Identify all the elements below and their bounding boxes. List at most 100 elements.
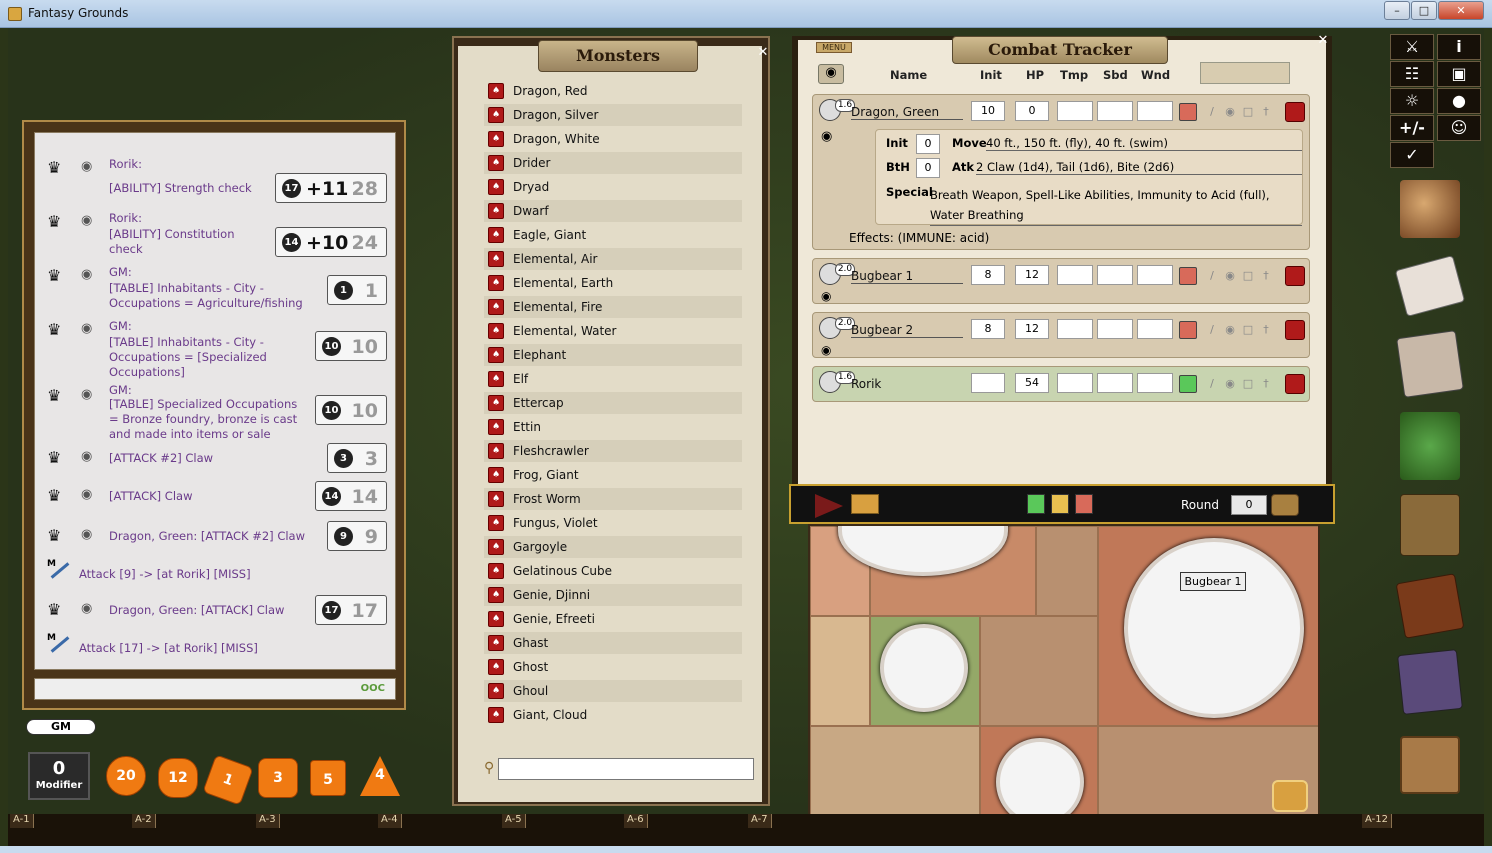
monster-icon[interactable]: ♠ <box>488 203 504 219</box>
dice-result[interactable]: 14 14 <box>315 481 387 511</box>
round-value[interactable]: 0 <box>1231 495 1267 515</box>
ct-effects[interactable]: Effects: (IMMUNE: acid) <box>849 231 989 245</box>
monster-list-item[interactable]: ♠ Fleshcrawler <box>484 440 742 462</box>
eye-icon[interactable]: ◉ <box>81 527 92 542</box>
sword-icon[interactable]: / <box>1205 105 1219 119</box>
calendar-button[interactable]: ☼ <box>1390 88 1434 114</box>
ct-wnd[interactable] <box>1137 319 1173 339</box>
wounded-face-icon[interactable] <box>1179 103 1197 121</box>
ct-menu-button[interactable]: MENU <box>816 42 852 53</box>
map-token-dragon[interactable] <box>996 738 1084 826</box>
monster-icon[interactable]: ♠ <box>488 155 504 171</box>
monster-icon[interactable]: ♠ <box>488 419 504 435</box>
notes-icon[interactable] <box>1395 573 1465 639</box>
person-icon[interactable]: † <box>1259 269 1273 283</box>
ct-name[interactable]: Dragon, Green <box>851 105 963 120</box>
delete-icon[interactable] <box>1285 374 1305 394</box>
monster-list-item[interactable]: ♠ Dryad <box>484 176 742 198</box>
monster-list-item[interactable]: ♠ Genie, Djinni <box>484 584 742 606</box>
monster-icon[interactable]: ♠ <box>488 395 504 411</box>
square-icon[interactable]: □ <box>1241 323 1255 337</box>
wounded-face-icon[interactable] <box>1075 494 1093 514</box>
info-button[interactable]: i <box>1437 34 1481 60</box>
battle-map[interactable] <box>808 524 1320 830</box>
chat-log[interactable]: ♛ ◉ Rorik: [ABILITY] Strength check 17 +… <box>34 132 396 670</box>
sword-icon[interactable]: / <box>1205 377 1219 391</box>
close-window-button[interactable]: ✕ <box>1438 1 1484 20</box>
dice-result[interactable]: 17 +11 28 <box>275 173 387 203</box>
ct-hp[interactable]: 12 <box>1015 319 1049 339</box>
monster-list-item[interactable]: ♠ Drider <box>484 152 742 174</box>
map-token-bugbear[interactable] <box>1124 538 1304 718</box>
modifier-box[interactable]: 0 Modifier <box>28 752 90 800</box>
eye-icon[interactable]: ◉ <box>81 449 92 464</box>
monster-list[interactable]: ♠ Dragon, Red ♠ Dragon, Silver ♠ Dragon, Whit… <box>484 78 750 742</box>
ct-init[interactable]: 10 <box>971 101 1005 121</box>
monster-list-item[interactable]: ♠ Elemental, Fire <box>484 296 742 318</box>
eye-icon[interactable]: ◉ <box>81 267 92 282</box>
square-icon[interactable]: □ <box>1241 377 1255 391</box>
monster-icon[interactable]: ♠ <box>488 467 504 483</box>
characters-icon[interactable] <box>1400 180 1460 238</box>
healthy-face-icon[interactable] <box>1027 494 1045 514</box>
ct-tmp[interactable] <box>1057 319 1093 339</box>
monster-list-item[interactable]: ♠ Elemental, Air <box>484 248 742 270</box>
wounded-face-icon[interactable] <box>1179 267 1197 285</box>
dice-result[interactable]: 1 1 <box>327 275 387 305</box>
minimize-button[interactable]: – <box>1384 1 1410 20</box>
monster-list-item[interactable]: ♠ Eagle, Giant <box>484 224 742 246</box>
ct-init[interactable] <box>971 373 1005 393</box>
shield-icon[interactable]: ◉ <box>1223 377 1237 391</box>
square-icon[interactable]: □ <box>1241 105 1255 119</box>
tables-button[interactable]: ☷ <box>1390 61 1434 87</box>
monster-icon[interactable]: ♠ <box>488 443 504 459</box>
monster-icon[interactable]: ♠ <box>488 275 504 291</box>
monster-list-item[interactable]: ♠ Dwarf <box>484 200 742 222</box>
ct-tmp[interactable] <box>1057 101 1093 121</box>
monster-list-item[interactable]: ♠ Elephant <box>484 344 742 366</box>
ct-wnd[interactable] <box>1137 265 1173 285</box>
shield-icon[interactable]: ◉ <box>1223 105 1237 119</box>
eye-icon[interactable]: ◉ <box>821 129 832 144</box>
monster-search-input[interactable] <box>498 758 754 780</box>
detail-init-value[interactable]: 0 <box>916 134 940 154</box>
monster-icon[interactable]: ♠ <box>488 299 504 315</box>
ct-sbd[interactable] <box>1097 319 1133 339</box>
ct-sbd[interactable] <box>1097 373 1133 393</box>
close-icon[interactable]: ✕ <box>1316 34 1330 48</box>
chat-input[interactable]: OOC <box>34 678 396 700</box>
monster-icon[interactable]: ♠ <box>488 131 504 147</box>
sword-icon[interactable]: / <box>1205 323 1219 337</box>
combat-button[interactable]: ⚔ <box>1390 34 1434 60</box>
monster-icon[interactable]: ♠ <box>488 539 504 555</box>
monster-list-item[interactable]: ♠ Ghoul <box>484 680 742 702</box>
monster-list-item[interactable]: ♠ Ghast <box>484 632 742 654</box>
next-actor-icon[interactable] <box>815 494 843 518</box>
ct-name[interactable]: Rorik <box>851 377 963 391</box>
monster-list-item[interactable]: ♠ Elf <box>484 368 742 390</box>
monster-list-item[interactable]: ♠ Gargoyle <box>484 536 742 558</box>
detail-move-value[interactable]: 40 ft., 150 ft. (fly), 40 ft. (swim) <box>986 136 1302 151</box>
effects-button[interactable]: ● <box>1437 88 1481 114</box>
delete-icon[interactable] <box>1285 102 1305 122</box>
delete-icon[interactable] <box>1285 266 1305 286</box>
ct-entry[interactable]: 1.6 Rorik 54 / ◉ □ † <box>812 366 1310 402</box>
gm-identity[interactable]: GM <box>26 719 96 735</box>
party-button[interactable]: ☺ <box>1437 115 1481 141</box>
monster-list-item[interactable]: ♠ Dragon, White <box>484 128 742 150</box>
delete-icon[interactable] <box>1285 320 1305 340</box>
healthy-face-icon[interactable] <box>1179 375 1197 393</box>
ct-name[interactable]: Bugbear 1 <box>851 269 963 284</box>
monster-list-item[interactable]: ♠ Dragon, Silver <box>484 104 742 126</box>
ct-wnd[interactable] <box>1137 373 1173 393</box>
ct-wnd[interactable] <box>1137 101 1173 121</box>
ct-entry[interactable]: 2.0 Bugbear 2 8 12 / ◉ □ † ◉ <box>812 312 1310 358</box>
ooc-toggle[interactable]: OOC <box>361 683 385 694</box>
dice-result[interactable]: 17 17 <box>315 595 387 625</box>
images-icon[interactable] <box>1396 330 1464 398</box>
ct-tmp[interactable] <box>1057 373 1093 393</box>
detail-special-value[interactable]: Breath Weapon, Spell-Like Abilities, Imm… <box>930 185 1302 226</box>
neutral-face-icon[interactable] <box>1051 494 1069 514</box>
map-toolbar-icon[interactable] <box>1272 780 1308 812</box>
shield-icon[interactable]: ◉ <box>1223 323 1237 337</box>
